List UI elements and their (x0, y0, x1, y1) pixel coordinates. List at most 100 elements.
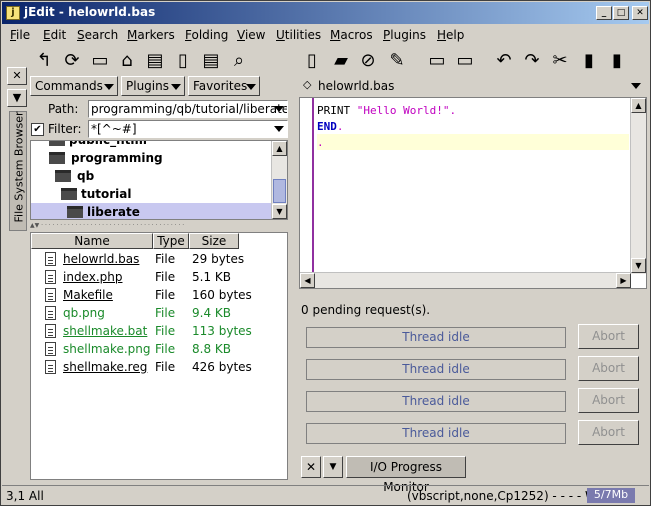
scroll-down-icon[interactable]: ▼ (631, 258, 646, 273)
print-icon[interactable]: ▭ (425, 48, 449, 72)
close-dock-icon[interactable]: ✕ (7, 67, 27, 85)
close-window-button[interactable]: ✕ (632, 6, 648, 20)
column-header-size[interactable]: Size (189, 233, 239, 249)
tree-item-liberate[interactable]: liberate (31, 203, 272, 219)
paste-icon[interactable]: ▮ (605, 48, 629, 72)
tab-file-system-browser[interactable]: File System Browser (9, 111, 27, 231)
file-row-shellmake-png[interactable]: shellmake.png File 8.8 KB (31, 340, 287, 358)
file-row-shellmake-reg[interactable]: shellmake.reg File 426 bytes (31, 358, 287, 376)
editor-gutter[interactable] (300, 98, 314, 274)
roots-icon[interactable]: ▭ (88, 48, 112, 72)
tree-scrollbar[interactable]: ▲ ▼ (271, 141, 287, 219)
abort-button-3[interactable]: Abort (578, 388, 639, 413)
close-buffer-icon[interactable]: ⊘ (356, 48, 380, 72)
abort-button-4[interactable]: Abort (578, 420, 639, 445)
undo-icon[interactable]: ↶ (492, 48, 516, 72)
redo-icon[interactable]: ↷ (520, 48, 544, 72)
favorites-menu-button[interactable]: Favorites (188, 76, 260, 96)
copy-icon[interactable]: ▮ (577, 48, 601, 72)
jedit-app-icon[interactable]: j (6, 6, 20, 20)
menu-help[interactable]: Help (437, 28, 464, 42)
maximize-button[interactable]: □ (613, 6, 629, 20)
page-setup-icon[interactable]: ▭ (453, 48, 477, 72)
menu-search[interactable]: Search (77, 28, 118, 42)
close-dock-icon[interactable]: ✕ (301, 456, 321, 478)
menu-folding[interactable]: Folding (185, 28, 228, 42)
menu-view[interactable]: View (237, 28, 265, 42)
title-bar[interactable]: j jEdit - helowrld.bas _ □ ✕ (2, 2, 649, 24)
menu-macros[interactable]: Macros (330, 28, 373, 42)
tree-scroll-thumb[interactable] (273, 179, 286, 203)
chevron-down-icon (171, 84, 181, 90)
file-row-qb-png[interactable]: qb.png File 9.4 KB (31, 304, 287, 322)
scroll-up-icon[interactable]: ▲ (272, 141, 287, 156)
plugins-menu-button[interactable]: Plugins (121, 76, 185, 96)
menu-edit[interactable]: Edit (43, 28, 66, 42)
new-file-browser-icon[interactable]: ▯ (171, 48, 195, 72)
scroll-up-icon[interactable]: ▲ (631, 98, 646, 113)
menu-file[interactable]: File (10, 28, 30, 42)
code-token: END (317, 120, 337, 133)
file-type: File (155, 342, 176, 356)
scroll-down-icon[interactable]: ▼ (272, 204, 287, 219)
new-file-icon[interactable]: ▯ (300, 48, 324, 72)
path-field[interactable]: programming/qb/tutorial/liberate/ (88, 100, 288, 118)
menu-plugins[interactable]: Plugins (383, 28, 426, 42)
thread-status-4: Thread idle (306, 423, 566, 444)
browser-splitter[interactable]: ▲▼ · · · · · · · · · · · · · · · · · · ·… (30, 222, 288, 230)
save-pencil-icon[interactable]: ✎ (385, 48, 409, 72)
menu-markers[interactable]: Markers (127, 28, 175, 42)
abort-button-2[interactable]: Abort (578, 356, 639, 381)
menu-bar: File Edit Search Markers Folding View Ut… (2, 25, 649, 45)
file-row-makefile[interactable]: Makefile File 160 bytes (31, 286, 287, 304)
filter-checkbox[interactable]: ✔ (31, 123, 44, 136)
home-icon[interactable]: ⌂ (115, 48, 139, 72)
editor-horizontal-scrollbar[interactable]: ◀ ▶ (300, 272, 631, 288)
tree-item-public-html[interactable]: public_html (31, 140, 272, 149)
buffer-switcher[interactable]: ◇ helowrld.bas (299, 76, 647, 96)
tree-item-tutorial[interactable]: tutorial (31, 185, 272, 203)
caret-position: 3,1 All (6, 489, 44, 503)
chevron-down-icon[interactable] (274, 126, 284, 132)
column-header-type[interactable]: Type (153, 233, 189, 249)
commands-menu-button[interactable]: Commands (30, 76, 118, 96)
tree-item-qb[interactable]: qb (31, 167, 272, 185)
file-size: 29 bytes (192, 252, 245, 266)
favorites-label: Favorites (193, 79, 248, 93)
file-row-shellmake-bat[interactable]: shellmake.bat File 113 bytes (31, 322, 287, 340)
scroll-left-icon[interactable]: ◀ (300, 273, 315, 288)
file-row-helowrld-bas[interactable]: helowrld.bas File 29 bytes (31, 250, 287, 268)
buffer-mode-info[interactable]: (vbscript,none,Cp1252) - - - - W (407, 489, 597, 503)
minimize-button[interactable]: _ (596, 6, 612, 20)
text-area[interactable]: PRINT "Hello World!". END. . ▲ ▼ ◀ ▶ (299, 97, 647, 289)
file-icon (45, 270, 56, 284)
abort-button-1[interactable]: Abort (578, 324, 639, 349)
chevron-down-icon[interactable] (274, 106, 284, 112)
file-name: qb.png (63, 306, 105, 320)
file-size: 9.4 KB (192, 306, 231, 320)
parent-directory-icon[interactable]: ↰ (32, 48, 56, 72)
search-directory-icon[interactable]: ⌕ (227, 48, 251, 72)
column-header-name[interactable]: Name (31, 233, 153, 249)
bottom-dock-tabs: ✕ ▼ I/O Progress Monitor (299, 455, 647, 494)
thread-status-2: Thread idle (306, 359, 566, 380)
editor-vertical-scrollbar[interactable]: ▲ ▼ (630, 98, 646, 274)
cut-icon[interactable]: ✂ (548, 48, 572, 72)
tree-item-label: public_html (69, 140, 147, 147)
filter-field[interactable]: *[^~#] (88, 120, 288, 138)
menu-utilities[interactable]: Utilities (276, 28, 321, 42)
open-file-icon[interactable]: ▰ (329, 48, 353, 72)
file-icon (45, 324, 56, 338)
tree-item-programming[interactable]: programming (31, 149, 272, 167)
tab-io-progress-monitor[interactable]: I/O Progress Monitor (346, 456, 466, 494)
code-line-2: END. (317, 118, 629, 134)
chevron-down-icon[interactable] (631, 83, 641, 89)
dock-menu-chevron-icon[interactable]: ▼ (323, 456, 343, 478)
new-directory-icon[interactable]: ▤ (199, 48, 223, 72)
dock-menu-chevron-icon[interactable]: ▼ (7, 89, 27, 107)
reload-icon[interactable]: ⟳ (60, 48, 84, 72)
memory-status[interactable]: 5/7Mb (587, 488, 635, 503)
synchronize-icon[interactable]: ▤ (143, 48, 167, 72)
file-row-index-php[interactable]: index.php File 5.1 KB (31, 268, 287, 286)
scroll-right-icon[interactable]: ▶ (616, 273, 631, 288)
